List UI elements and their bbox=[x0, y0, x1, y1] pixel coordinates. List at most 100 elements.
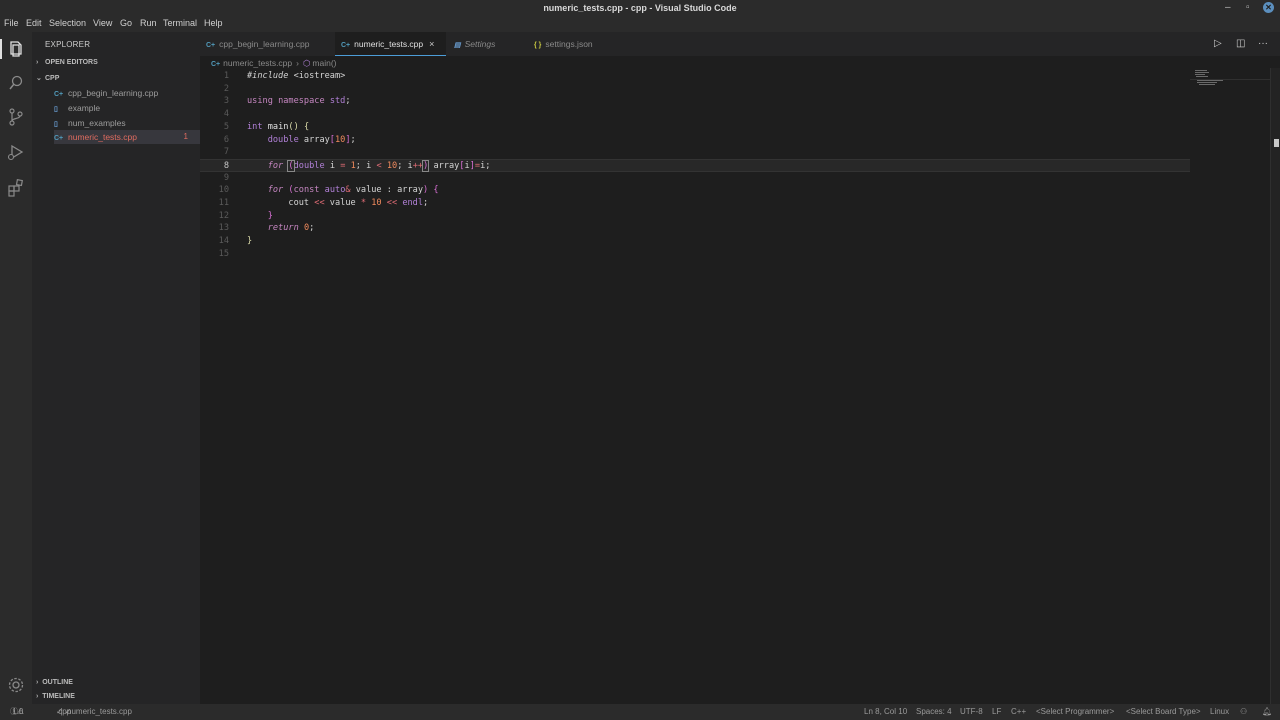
tab-label: cpp_begin_learning.cpp bbox=[219, 39, 310, 49]
close-tab-icon[interactable]: × bbox=[429, 39, 434, 49]
code-line[interactable]: 4 bbox=[200, 108, 1190, 121]
chevron-right-icon: › bbox=[36, 693, 43, 700]
chevron-right-icon: › bbox=[36, 679, 43, 686]
code-line[interactable]: 10 for (const auto& value : array) { bbox=[200, 184, 1190, 197]
file-name: num_examples bbox=[68, 118, 126, 128]
open-editors-section[interactable]: › OPEN EDITORS bbox=[36, 59, 98, 66]
split-editor-icon[interactable]: ◫ bbox=[1236, 38, 1245, 50]
line-number: 13 bbox=[218, 223, 229, 234]
line-number: 3 bbox=[223, 96, 229, 107]
code-line[interactable]: 14} bbox=[200, 235, 1190, 248]
window-title: numeric_tests.cpp - cpp - Visual Studio … bbox=[543, 3, 737, 13]
code-line[interactable]: 5 int main() { bbox=[200, 121, 1190, 134]
code-line[interactable]: 15 bbox=[200, 248, 1190, 261]
code-editor[interactable]: 1 #include <iostream> 2 3 using namespace … bbox=[200, 68, 1280, 704]
extensions-icon[interactable] bbox=[6, 177, 26, 197]
tab-settings-json[interactable]: { } settings.json bbox=[528, 32, 618, 56]
more-actions-icon[interactable]: ··· bbox=[1258, 38, 1268, 50]
line-number: 4 bbox=[223, 109, 229, 120]
minimap-line bbox=[1195, 70, 1207, 71]
active-indicator bbox=[0, 39, 2, 59]
code-line[interactable]: 6 double array[10]; bbox=[200, 134, 1190, 147]
menu-view[interactable]: View bbox=[93, 18, 112, 28]
branch-indicator[interactable]: ✓ cpp | ✓ numeric_tests.cpp bbox=[56, 704, 132, 720]
file-item-numeric-tests[interactable]: C+ numeric_tests.cpp 1 bbox=[54, 130, 200, 144]
tab-cpp-begin-learning[interactable]: C+ cpp_begin_learning.cpp bbox=[200, 32, 333, 56]
timeline-label: TIMELINE bbox=[42, 693, 75, 700]
code-line[interactable]: 3 using namespace std; bbox=[200, 95, 1190, 108]
problem-count-badge: 1 bbox=[183, 132, 188, 141]
source-control-icon[interactable] bbox=[6, 107, 26, 127]
outline-label: OUTLINE bbox=[42, 679, 73, 686]
cpp-file-icon: C+ bbox=[211, 61, 221, 68]
tab-numeric-tests[interactable]: C+ numeric_tests.cpp × bbox=[335, 32, 446, 56]
menu-edit[interactable]: Edit bbox=[26, 18, 42, 28]
run-file-icon[interactable]: ▷ bbox=[1214, 38, 1222, 50]
code-text: } bbox=[247, 236, 253, 247]
line-number: 6 bbox=[223, 134, 229, 145]
menu-run[interactable]: Run bbox=[140, 18, 157, 28]
tab-settings[interactable]: ▤ Settings bbox=[448, 32, 526, 56]
problems-indicator[interactable]: ⓧ 1 ⚠ 0 bbox=[10, 704, 24, 720]
explorer-sidebar: EXPLORER › OPEN EDITORS ⌄ CPP C+ cpp_begin_… bbox=[32, 32, 200, 704]
cursor-position[interactable]: Ln 8, Col 10 bbox=[864, 704, 907, 720]
end-of-line[interactable]: LF bbox=[992, 704, 1001, 720]
cpp-file-icon: C+ bbox=[341, 42, 351, 49]
menu-go[interactable]: Go bbox=[120, 18, 132, 28]
menu-help[interactable]: Help bbox=[204, 18, 223, 28]
folder-section[interactable]: ⌄ CPP bbox=[36, 74, 59, 82]
code-line[interactable]: 7 bbox=[200, 146, 1190, 159]
select-board-type[interactable]: <Select Board Type> bbox=[1126, 704, 1201, 720]
warning-count: 0 bbox=[18, 707, 24, 716]
document-file-icon: ▯ bbox=[54, 106, 58, 113]
menu-selection[interactable]: Selection bbox=[49, 18, 86, 28]
json-file-icon: { } bbox=[534, 42, 542, 49]
select-programmer[interactable]: <Select Programmer> bbox=[1036, 704, 1114, 720]
folder-label: CPP bbox=[45, 75, 60, 82]
code-line[interactable]: 11 cout << value * 10 << endl; bbox=[200, 197, 1190, 210]
explorer-icon[interactable] bbox=[6, 39, 26, 59]
language-mode[interactable]: C++ bbox=[1011, 704, 1026, 720]
search-icon[interactable] bbox=[6, 73, 26, 93]
code-text: } bbox=[267, 210, 273, 221]
code-line-current[interactable]: 8 for (double i = 1; i < 10; i++) array[… bbox=[200, 158, 1190, 172]
file-item-num-examples[interactable]: ▯ num_examples bbox=[54, 116, 200, 130]
editor-tab-bar: C+ cpp_begin_learning.cpp C+ numeric_tests… bbox=[200, 32, 1280, 56]
os-indicator[interactable]: Linux bbox=[1210, 704, 1229, 720]
minimize-icon[interactable]: – bbox=[1225, 2, 1231, 14]
code-text: return 0; bbox=[267, 223, 315, 234]
code-line[interactable]: 2 bbox=[200, 83, 1190, 96]
close-window-icon[interactable]: ✕ bbox=[1263, 2, 1274, 13]
maximize-icon[interactable]: ▫ bbox=[1246, 2, 1250, 14]
notifications-icon[interactable]: 🔔︎ bbox=[1262, 704, 1272, 720]
outline-section[interactable]: › OUTLINE bbox=[32, 679, 200, 686]
menu-file[interactable]: File bbox=[4, 18, 19, 28]
timeline-section[interactable]: › TIMELINE bbox=[32, 693, 200, 700]
feedback-icon[interactable]: ⚇ bbox=[1240, 704, 1247, 720]
code-line[interactable]: 9 bbox=[200, 172, 1190, 185]
status-bar: ⓧ 1 ⚠ 0 ✓ cpp | ✓ numeric_tests.cpp Ln 8… bbox=[0, 704, 1280, 720]
gear-icon: ▤ bbox=[454, 42, 461, 49]
minimap[interactable] bbox=[1194, 70, 1274, 90]
code-line[interactable]: 1 #include <iostream> bbox=[200, 70, 1190, 83]
encoding[interactable]: UTF-8 bbox=[960, 704, 983, 720]
code-line[interactable]: 12 } bbox=[200, 210, 1190, 223]
breadcrumb-separator: › bbox=[296, 58, 299, 68]
file-item-cpp-begin-learning[interactable]: C+ cpp_begin_learning.cpp bbox=[54, 86, 200, 100]
code-text: #include <iostream> bbox=[247, 71, 346, 81]
menu-terminal[interactable]: Terminal bbox=[163, 18, 197, 28]
title-bar: numeric_tests.cpp - cpp - Visual Studio … bbox=[0, 0, 1280, 17]
indentation[interactable]: Spaces: 4 bbox=[916, 704, 952, 720]
breadcrumb-symbol[interactable]: main() bbox=[312, 58, 336, 68]
file-item-example[interactable]: ▯ example bbox=[54, 101, 200, 115]
minimap-line bbox=[1195, 74, 1205, 75]
minimap-line bbox=[1196, 76, 1208, 77]
run-debug-icon[interactable] bbox=[6, 142, 26, 162]
code-text: for (const auto& value : array) { bbox=[267, 185, 439, 196]
settings-gear-icon[interactable] bbox=[6, 675, 26, 695]
vertical-scrollbar[interactable] bbox=[1270, 68, 1280, 704]
chevron-down-icon: ⌄ bbox=[36, 75, 42, 82]
code-line[interactable]: 13 return 0; bbox=[200, 222, 1190, 235]
breadcrumb-file[interactable]: numeric_tests.cpp bbox=[223, 58, 292, 68]
tab-label: numeric_tests.cpp bbox=[354, 39, 424, 49]
